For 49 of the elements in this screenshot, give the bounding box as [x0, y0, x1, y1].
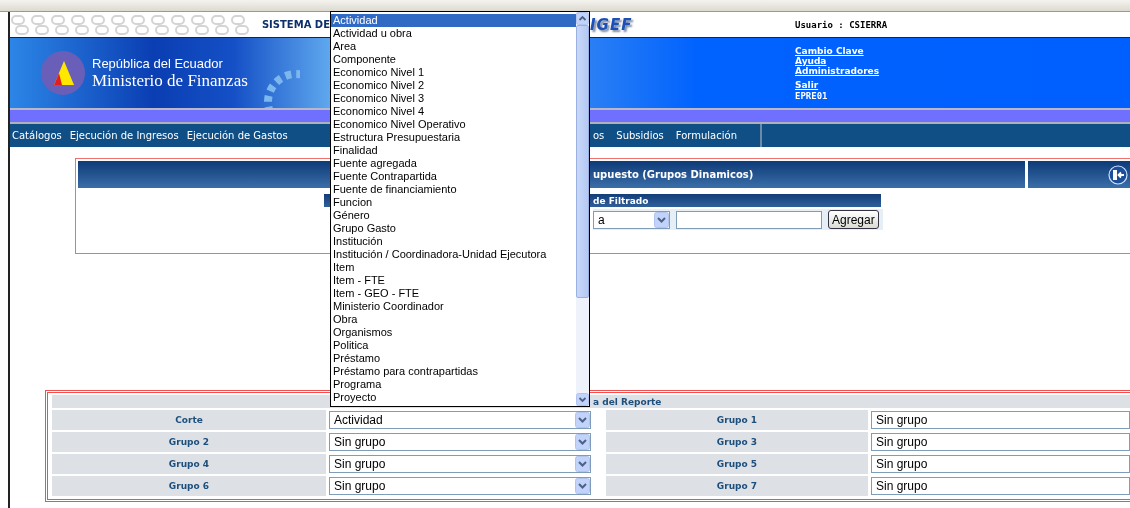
- filter-header: [324, 194, 330, 207]
- user-label: Usuario : CSIERRA: [795, 19, 888, 30]
- scroll-up-icon[interactable]: [576, 12, 589, 25]
- field-label: Grupo 6: [52, 476, 326, 496]
- filter-title: de Filtrado: [593, 195, 649, 206]
- chevron-icon: [575, 478, 590, 494]
- scroll-down-icon[interactable]: [576, 393, 589, 406]
- logo-text: IGEF: [590, 15, 634, 34]
- dropdown-select[interactable]: Sin grupo: [871, 477, 1130, 495]
- menu-item[interactable]: Ejecución de Gastos: [186, 130, 288, 141]
- dropdown-select[interactable]: Sin grupo: [329, 455, 591, 473]
- header-link[interactable]: Cambio Clave: [795, 46, 864, 56]
- menu-item[interactable]: os: [593, 130, 605, 141]
- header-link[interactable]: Administradores: [795, 66, 880, 76]
- header-link[interactable]: Ayuda: [795, 56, 827, 66]
- exit-icon[interactable]: [1108, 164, 1128, 185]
- dropdown-option[interactable]: Actividad: [331, 14, 576, 27]
- text-input[interactable]: [676, 210, 822, 229]
- dropdown-select[interactable]: Sin grupo: [871, 455, 1130, 473]
- menu-item[interactable]: Formulación: [675, 130, 737, 141]
- dropdown-select[interactable]: a: [593, 210, 670, 229]
- add-button[interactable]: Agregar: [828, 210, 879, 229]
- scroll-thumb[interactable]: [576, 25, 589, 298]
- chevron-icon: [575, 412, 590, 428]
- system-title: SISTEMA DE: [261, 19, 330, 30]
- field-label: Grupo 2: [52, 432, 326, 452]
- field-label: Grupo 4: [52, 454, 326, 474]
- dropdown-select[interactable]: Sin grupo: [871, 411, 1130, 429]
- report-title: a del Reporte: [593, 396, 662, 407]
- field-label: Grupo 3: [606, 432, 868, 452]
- dropdown-select[interactable]: Actividad: [329, 411, 591, 429]
- field-label: Grupo 7: [606, 476, 868, 496]
- dropdown-select[interactable]: Sin grupo: [329, 433, 591, 451]
- menu-item[interactable]: Ejecución de Ingresos: [69, 130, 179, 141]
- field-label: Corte: [52, 410, 326, 430]
- menu-item[interactable]: Catálogos: [12, 130, 62, 141]
- panel-title: upuesto (Grupos Dinamicos): [593, 169, 754, 180]
- chevron-icon: [575, 456, 590, 472]
- chevron-icon: [654, 211, 669, 228]
- field-label: Grupo 1: [606, 410, 868, 430]
- ministry-name: Ministerio de Finanzas: [92, 70, 248, 91]
- header-link[interactable]: Salir: [795, 80, 819, 90]
- dropdown-select[interactable]: Sin grupo: [871, 433, 1130, 451]
- chevron-icon: [575, 434, 590, 450]
- user-code: EPRE01: [795, 90, 828, 102]
- dropdown-select[interactable]: Sin grupo: [329, 477, 591, 495]
- menu-item[interactable]: Subsidios: [616, 130, 664, 141]
- field-label: Grupo 5: [606, 454, 868, 474]
- country-name: República del Ecuador: [92, 55, 224, 71]
